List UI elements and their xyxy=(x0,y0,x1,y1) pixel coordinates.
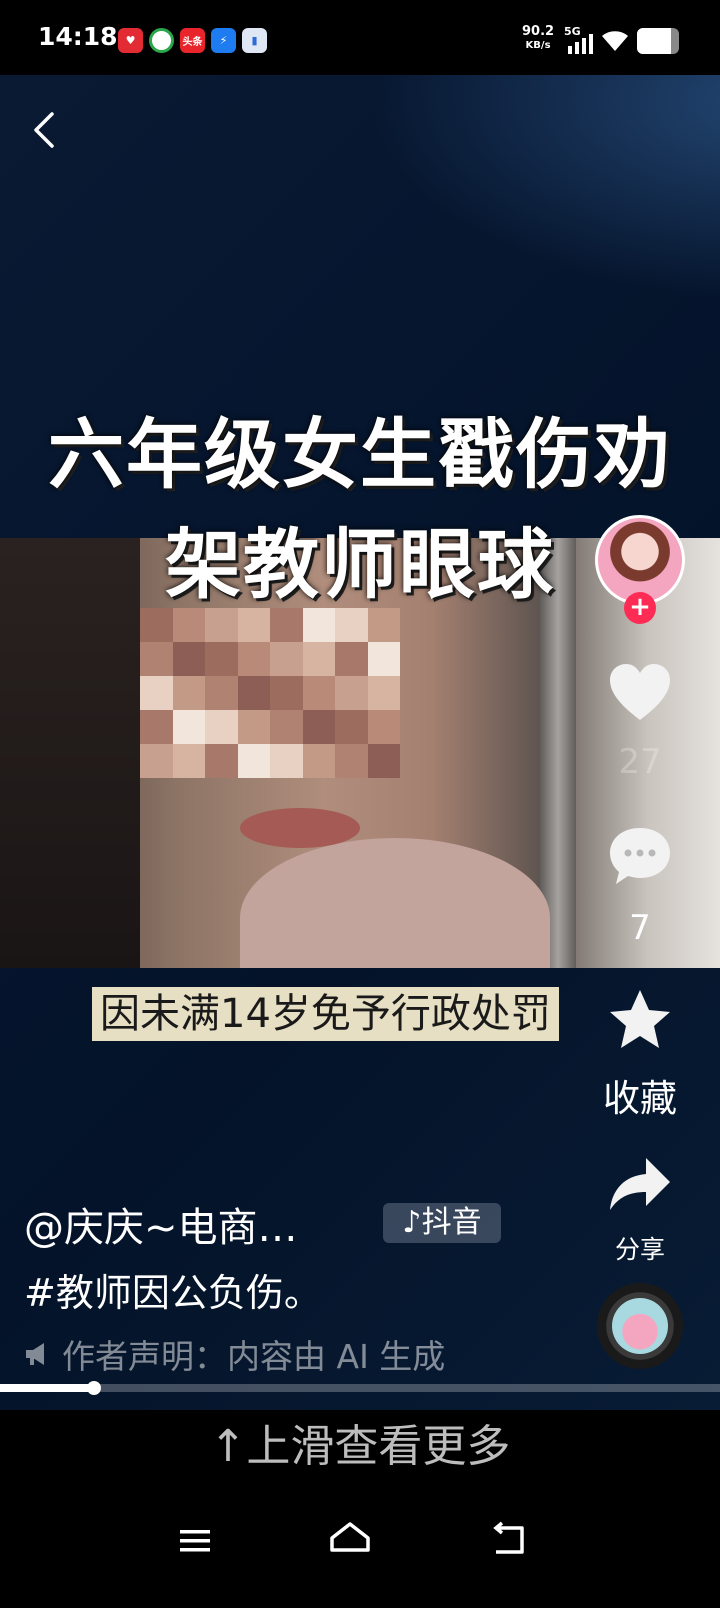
video-title-line-1: 六年级女生戳伤劝 xyxy=(48,410,672,499)
favorite-label: 收藏 xyxy=(603,1077,677,1120)
megaphone-icon xyxy=(26,1343,44,1365)
video-progress-bar[interactable] xyxy=(0,1381,720,1395)
swipe-up-hint[interactable]: ↑上滑查看更多 xyxy=(0,1412,720,1482)
status-time: 14:18 xyxy=(38,22,118,51)
mosaic-blur xyxy=(140,608,400,778)
like-count: 27 xyxy=(618,742,662,782)
doc-app-icon: ▮ xyxy=(242,28,267,53)
back-nav-icon[interactable] xyxy=(478,1510,538,1570)
network-speed: 90.2 KB/s xyxy=(522,24,555,52)
notification-icons: ♥ 头条 ⚡ ▮ xyxy=(118,28,267,53)
progress-knob[interactable] xyxy=(86,1381,101,1395)
douyin-logo-icon: ♪ xyxy=(402,1205,422,1240)
system-nav-bar xyxy=(0,1490,720,1608)
like-heart-icon[interactable] xyxy=(606,660,674,728)
music-disc[interactable] xyxy=(597,1283,683,1369)
author-name[interactable]: @庆庆~电商… xyxy=(24,1195,298,1253)
battery-icon xyxy=(637,28,679,54)
douyin-badge: ♪抖音 xyxy=(383,1203,501,1243)
bolt-app-icon: ⚡ xyxy=(211,28,236,53)
comment-icon[interactable] xyxy=(606,822,674,890)
menu-icon[interactable] xyxy=(165,1510,225,1570)
pinduoduo-icon: ♥ xyxy=(118,28,143,53)
recycle-icon xyxy=(149,28,174,53)
hashtag-text[interactable]: #教师因公负伤。 xyxy=(24,1262,322,1317)
back-icon[interactable] xyxy=(30,110,60,150)
home-icon[interactable] xyxy=(320,1510,380,1570)
status-bar: 14:18 ♥ 头条 ⚡ ▮ 90.2 KB/s 5G xyxy=(0,0,720,80)
favorite-star-icon[interactable] xyxy=(606,986,674,1054)
share-label: 分享 xyxy=(614,1235,665,1264)
wifi-icon xyxy=(602,31,628,51)
video-caption: 因未满14岁免予行政处罚 xyxy=(92,987,559,1041)
background-light-streak xyxy=(300,75,720,335)
comment-count: 7 xyxy=(629,908,651,948)
toutiao-icon: 头条 xyxy=(180,28,205,53)
signal-icon xyxy=(568,34,593,54)
ai-declaration: 作者声明：内容由 AI 生成 xyxy=(24,1330,445,1378)
music-cover xyxy=(612,1298,668,1354)
share-arrow-icon[interactable] xyxy=(606,1150,674,1218)
follow-button[interactable]: + xyxy=(624,592,656,624)
